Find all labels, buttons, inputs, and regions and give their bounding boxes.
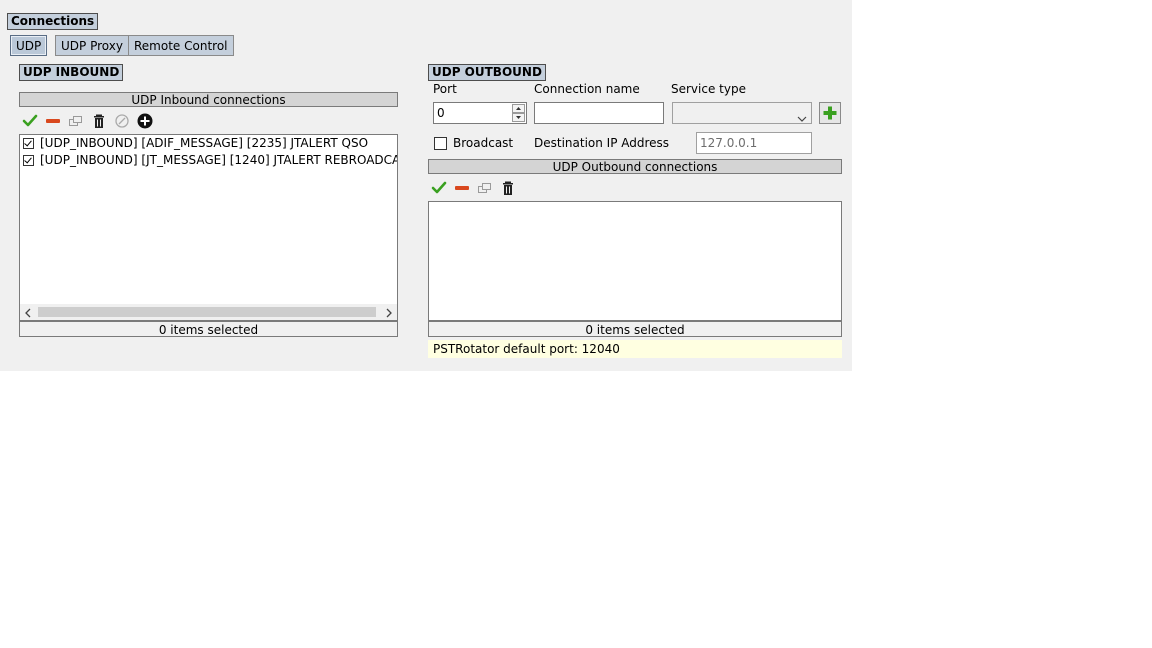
section-title: Connections — [7, 13, 99, 30]
list-item-text: [UDP_INBOUND] [ADIF_MESSAGE] [2235] JTAL… — [40, 136, 369, 150]
port-label: Port — [433, 82, 457, 96]
tab-remote-control[interactable]: Remote Control — [128, 35, 234, 56]
list-item-text: [UDP_INBOUND] [JT_MESSAGE] [1240] JTALER… — [40, 153, 398, 167]
row-checkbox[interactable] — [23, 138, 34, 149]
inbound-selection-status: 0 items selected — [19, 321, 398, 337]
horizontal-scrollbar[interactable] — [20, 304, 397, 320]
spin-down-arrow-icon[interactable] — [512, 113, 525, 122]
scroll-left-arrow-icon[interactable] — [24, 307, 32, 320]
disable-minus-icon[interactable] — [454, 180, 470, 196]
connections-panel: Connections UDP UDP Proxy Remote Control… — [0, 0, 852, 371]
inbound-list-header: UDP Inbound connections — [19, 92, 398, 107]
broadcast-label: Broadcast — [453, 136, 514, 150]
add-outbound-button[interactable] — [819, 102, 841, 124]
chevron-down-icon — [797, 109, 807, 129]
spin-up-arrow-icon[interactable] — [512, 104, 525, 113]
list-item[interactable]: [UDP_INBOUND] [JT_MESSAGE] [1240] JTALER… — [20, 152, 397, 169]
connection-name-label: Connection name — [534, 82, 640, 96]
udp-inbound-group-title: UDP INBOUND — [19, 64, 124, 81]
add-circle-icon[interactable] — [137, 113, 153, 129]
copy-icon[interactable] — [68, 113, 84, 129]
edit-disabled-icon[interactable] — [114, 113, 130, 129]
disable-minus-icon[interactable] — [45, 113, 61, 129]
delete-trash-icon[interactable] — [500, 180, 516, 196]
broadcast-checkbox[interactable] — [434, 137, 453, 151]
destination-ip-input[interactable]: 127.0.0.1 — [696, 132, 812, 154]
connection-name-input[interactable] — [534, 102, 664, 124]
service-type-select[interactable] — [672, 102, 812, 124]
outbound-selection-status: 0 items selected — [428, 321, 842, 337]
plus-icon — [823, 106, 837, 120]
broadcast-checkbox-box[interactable] — [434, 137, 447, 150]
scrollbar-thumb[interactable] — [38, 307, 376, 317]
udp-outbound-group-title: UDP OUTBOUND — [428, 64, 546, 81]
scroll-right-arrow-icon[interactable] — [385, 307, 393, 320]
enable-check-icon[interactable] — [431, 180, 447, 196]
port-value: 0 — [437, 106, 445, 120]
delete-trash-icon[interactable] — [91, 113, 107, 129]
tab-udp-proxy[interactable]: UDP Proxy — [55, 35, 129, 56]
enable-check-icon[interactable] — [22, 113, 38, 129]
outbound-list-header: UDP Outbound connections — [428, 159, 842, 174]
outbound-connections-list[interactable] — [428, 201, 842, 321]
inbound-connections-list[interactable]: [UDP_INBOUND] [ADIF_MESSAGE] [2235] JTAL… — [19, 134, 398, 321]
tab-udp[interactable]: UDP — [10, 35, 48, 56]
port-spinner[interactable]: 0 — [433, 102, 527, 124]
list-item[interactable]: [UDP_INBOUND] [ADIF_MESSAGE] [2235] JTAL… — [20, 135, 397, 152]
info-hint: PSTRotator default port: 12040 — [428, 340, 842, 358]
copy-icon[interactable] — [477, 180, 493, 196]
destination-ip-label: Destination IP Address — [534, 136, 670, 150]
service-type-label: Service type — [671, 82, 746, 96]
row-checkbox[interactable] — [23, 155, 34, 166]
